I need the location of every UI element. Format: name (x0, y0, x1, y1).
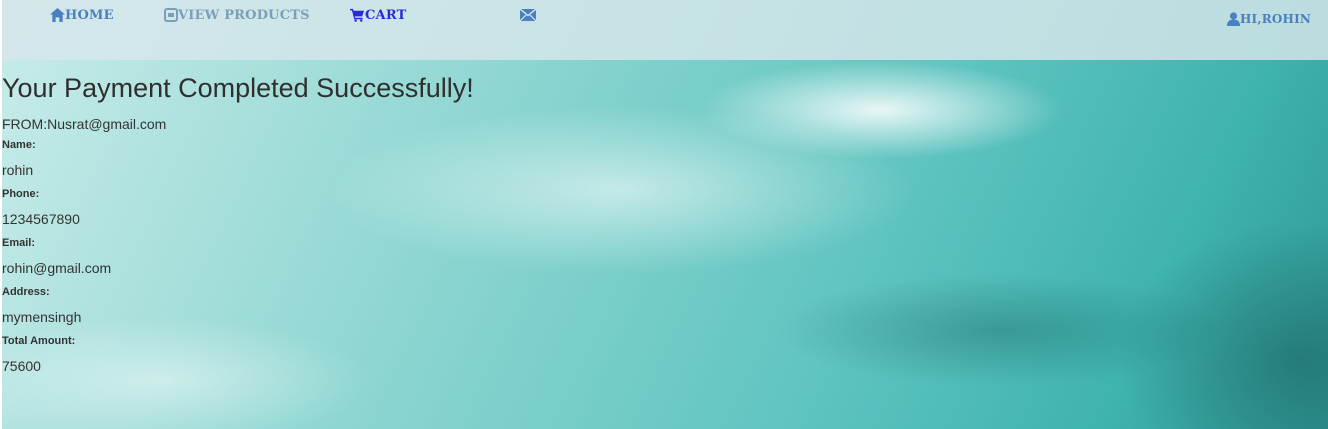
nav-home-link[interactable]: HOME (50, 6, 114, 24)
detail-email: Email: rohin@gmail.com (2, 237, 902, 277)
phone-label: Phone: (2, 188, 40, 200)
nav-user-label: HI,ROHIN (1240, 12, 1312, 26)
address-value: mymensingh (2, 309, 82, 325)
envelope-icon (520, 9, 536, 21)
home-icon (50, 8, 65, 22)
total-amount-value: 75600 (2, 358, 41, 374)
box-icon (164, 8, 178, 22)
nav-user-link[interactable]: HI,ROHIN (1227, 10, 1311, 28)
email-label: Email: (2, 237, 36, 249)
user-icon (1227, 12, 1240, 26)
nav-mail-link[interactable] (520, 6, 536, 24)
top-navbar: HOME VIEW PRODUCTS CART HI,ROHIN (2, 0, 1328, 60)
total-amount-label: Total Amount: (2, 335, 76, 347)
name-label: Name: (2, 139, 36, 151)
detail-phone: Phone: 1234567890 (2, 188, 902, 228)
cart-icon (350, 8, 365, 22)
nav-view-products-label: VIEW PRODUCTS (178, 7, 310, 23)
name-value: rohin (2, 162, 34, 178)
nav-cart-link[interactable]: CART (350, 6, 406, 24)
detail-name: Name: rohin (2, 139, 902, 179)
detail-total-amount: Total Amount: 75600 (2, 335, 902, 375)
nav-view-products-link[interactable]: VIEW PRODUCTS (164, 6, 310, 24)
email-value: rohin@gmail.com (2, 260, 112, 276)
nav-home-label: HOME (65, 7, 114, 23)
payment-confirmation: Your Payment Completed Successfully! FRO… (2, 72, 902, 375)
address-label: Address: (2, 286, 50, 298)
page-title: Your Payment Completed Successfully! (2, 73, 474, 103)
phone-value: 1234567890 (2, 211, 80, 227)
nav-cart-label: CART (365, 7, 407, 23)
from-text: FROM:Nusrat@gmail.com (2, 116, 167, 132)
detail-address: Address: mymensingh (2, 286, 902, 326)
